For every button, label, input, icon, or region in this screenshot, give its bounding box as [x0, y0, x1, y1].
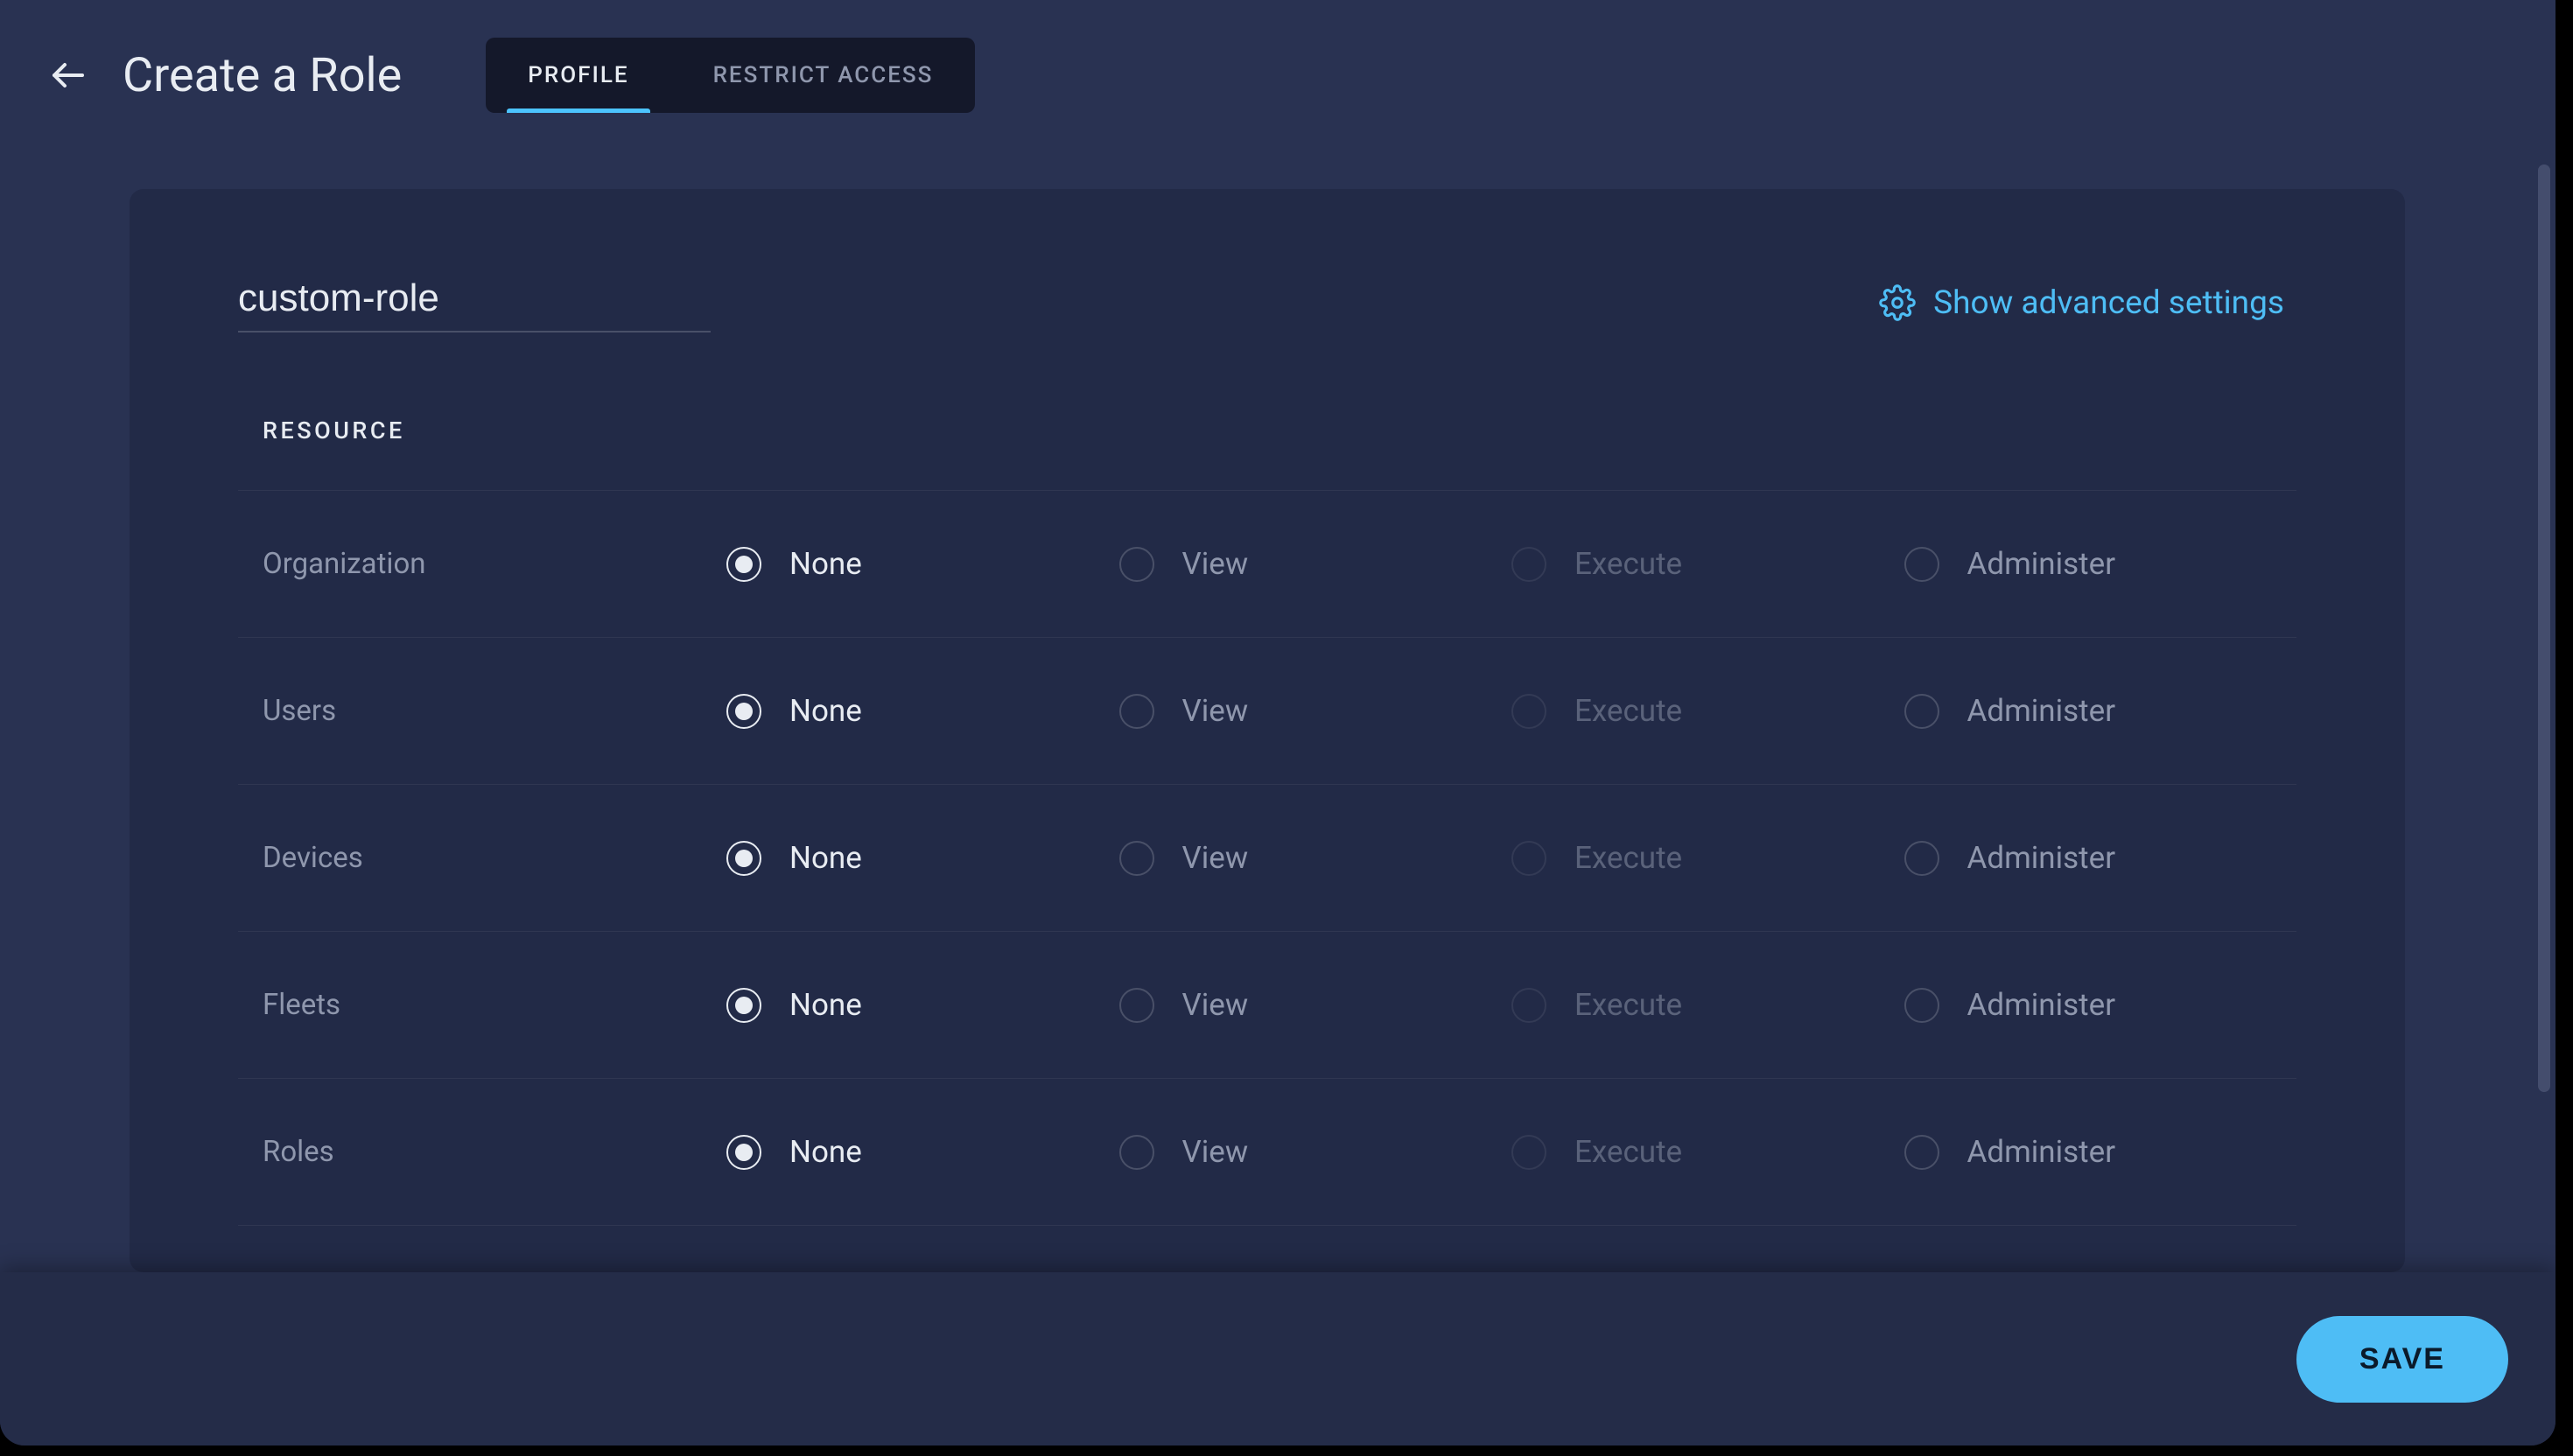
radio-indicator [1119, 841, 1154, 876]
radio-view[interactable]: View [1119, 546, 1512, 582]
radio-indicator [726, 694, 761, 729]
radio-indicator [1904, 694, 1939, 729]
resource-label: Organization [263, 547, 726, 581]
radio-indicator [1119, 694, 1154, 729]
show-advanced-settings-link[interactable]: Show advanced settings [1879, 284, 2296, 322]
radio-label: Administer [1967, 693, 2116, 729]
radio-indicator [1511, 547, 1546, 582]
radio-administer[interactable]: Administer [1904, 546, 2297, 582]
radio-label: None [789, 693, 862, 729]
body: Show advanced settings RESOURCE Organiza… [0, 150, 2555, 1272]
radio-label: View [1182, 987, 1249, 1023]
radio-label: Execute [1574, 987, 1682, 1023]
radio-label: Administer [1967, 546, 2116, 582]
arrow-left-icon [47, 54, 89, 96]
radio-administer[interactable]: Administer [1904, 987, 2297, 1023]
header-bar: Create a Role PROFILE RESTRICT ACCESS [0, 0, 2555, 150]
radio-indicator [726, 1135, 761, 1170]
card-header: Show advanced settings [238, 273, 2296, 332]
radio-view[interactable]: View [1119, 693, 1512, 729]
footer-bar: SAVE [0, 1272, 2555, 1446]
radio-label: View [1182, 840, 1249, 876]
radio-label: None [789, 1134, 862, 1170]
radio-label: View [1182, 546, 1249, 582]
radio-execute: Execute [1511, 1134, 1904, 1170]
radio-execute: Execute [1511, 693, 1904, 729]
table-row: Users None View Execute Administer [238, 638, 2296, 785]
radio-indicator [1511, 988, 1546, 1023]
resource-label: Roles [263, 1135, 726, 1169]
radio-view[interactable]: View [1119, 840, 1512, 876]
tab-profile[interactable]: PROFILE [486, 38, 670, 113]
radio-none[interactable]: None [726, 1134, 1119, 1170]
radio-indicator [1904, 1135, 1939, 1170]
radio-view[interactable]: View [1119, 1134, 1512, 1170]
radio-label: View [1182, 693, 1249, 729]
radio-label: None [789, 840, 862, 876]
radio-none[interactable]: None [726, 987, 1119, 1023]
resource-label: Fleets [263, 988, 726, 1022]
radio-indicator [726, 841, 761, 876]
radio-indicator [1511, 841, 1546, 876]
page-title: Create a Role [123, 48, 402, 103]
table-row: Roles None View Execute Administer [238, 1079, 2296, 1226]
radio-none[interactable]: None [726, 840, 1119, 876]
radio-administer[interactable]: Administer [1904, 693, 2297, 729]
radio-indicator [1119, 1135, 1154, 1170]
radio-indicator [1904, 841, 1939, 876]
radio-view[interactable]: View [1119, 987, 1512, 1023]
resource-label: Devices [263, 841, 726, 875]
tab-group: PROFILE RESTRICT ACCESS [486, 38, 975, 113]
gear-icon [1879, 284, 1916, 321]
radio-label: Execute [1574, 840, 1682, 876]
app-window: Create a Role PROFILE RESTRICT ACCESS Sh… [0, 0, 2555, 1446]
radio-label: Execute [1574, 1134, 1682, 1170]
radio-administer[interactable]: Administer [1904, 840, 2297, 876]
radio-label: Execute [1574, 546, 1682, 582]
tab-label: PROFILE [528, 62, 628, 88]
radio-none[interactable]: None [726, 693, 1119, 729]
radio-indicator [1119, 547, 1154, 582]
radio-indicator [1904, 988, 1939, 1023]
column-header-resource: RESOURCE [263, 416, 726, 444]
radio-indicator [726, 547, 761, 582]
radio-label: None [789, 987, 862, 1023]
radio-indicator [1511, 1135, 1546, 1170]
radio-label: Administer [1967, 840, 2116, 876]
tab-restrict-access[interactable]: RESTRICT ACCESS [671, 38, 976, 113]
radio-indicator [1119, 988, 1154, 1023]
radio-none[interactable]: None [726, 546, 1119, 582]
back-button[interactable] [42, 49, 95, 102]
resource-label: Users [263, 694, 726, 728]
scrollbar-thumb[interactable] [2538, 164, 2550, 1092]
radio-label: Administer [1967, 987, 2116, 1023]
radio-execute: Execute [1511, 546, 1904, 582]
radio-label: Execute [1574, 693, 1682, 729]
radio-indicator [1904, 547, 1939, 582]
table-header: RESOURCE [238, 416, 2296, 491]
radio-indicator [1511, 694, 1546, 729]
radio-administer[interactable]: Administer [1904, 1134, 2297, 1170]
radio-label: Administer [1967, 1134, 2116, 1170]
radio-label: None [789, 546, 862, 582]
radio-indicator [726, 988, 761, 1023]
radio-execute: Execute [1511, 840, 1904, 876]
role-name-input[interactable] [238, 273, 711, 332]
tab-label: RESTRICT ACCESS [713, 62, 934, 88]
table-row: Fleets None View Execute Administer [238, 932, 2296, 1079]
advanced-settings-label: Show advanced settings [1933, 284, 2284, 322]
radio-label: View [1182, 1134, 1249, 1170]
table-row: Devices None View Execute Administer [238, 785, 2296, 932]
save-button-label: SAVE [2359, 1342, 2445, 1376]
table-row: Organization None View Execute Administer [238, 491, 2296, 638]
permissions-table: RESOURCE Organization None View Execute Admi… [238, 416, 2296, 1226]
radio-execute: Execute [1511, 987, 1904, 1023]
role-card: Show advanced settings RESOURCE Organiza… [130, 189, 2405, 1272]
save-button[interactable]: SAVE [2296, 1316, 2508, 1403]
